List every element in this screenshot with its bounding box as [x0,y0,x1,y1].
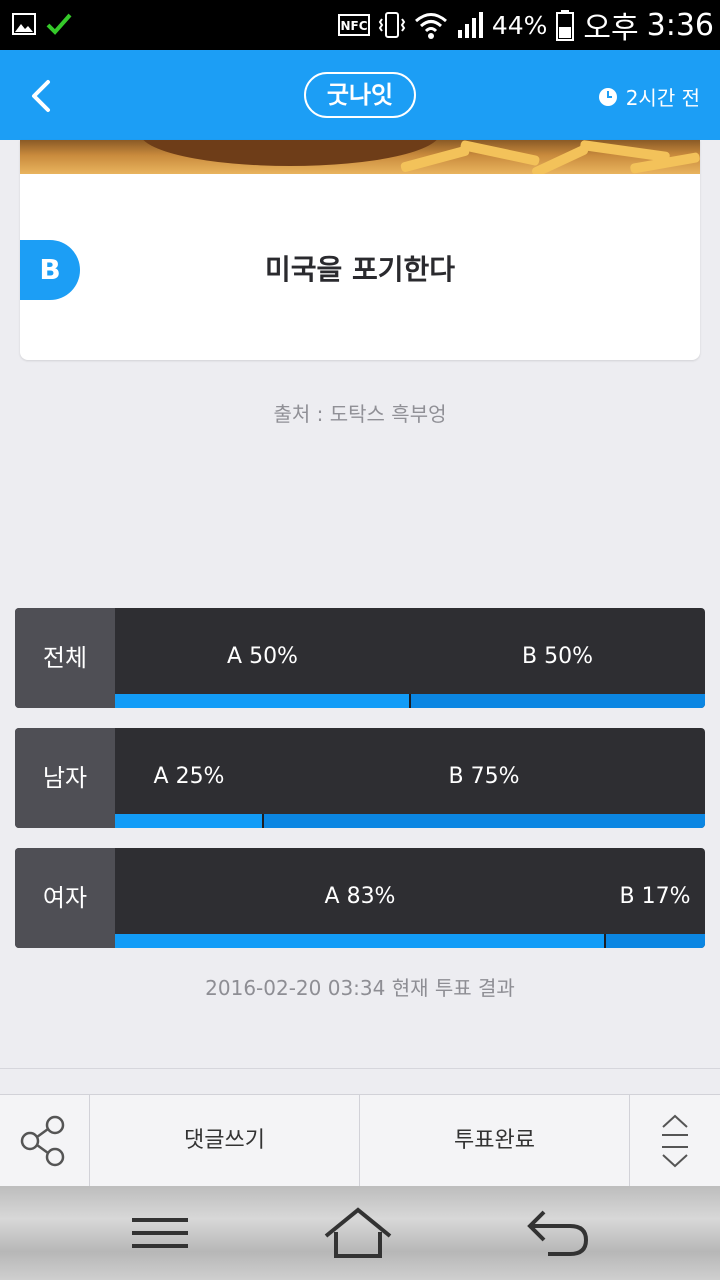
option-text: 미국을 포기한다 [264,253,456,286]
back-icon [32,80,50,112]
result-b-bar [410,694,705,708]
clock-icon [598,87,617,106]
result-label: 여자 [15,848,115,948]
back-button[interactable] [20,74,64,118]
comment-label: 댓글쓰기 [184,1128,265,1153]
result-a-percent: A 50% [227,644,298,669]
image-icon [12,13,36,35]
svg-text:NFC: NFC [340,19,367,33]
result-b-percent: B 75% [448,764,520,789]
result-b-bar [263,814,705,828]
wifi-icon [414,13,447,39]
bottom-toolbar: 댓글쓰기 투표완료 [0,1094,720,1187]
time-ago-text: 2시간 전 [625,86,700,110]
system-nav-bar [0,1186,720,1280]
result-row-female: 여자 A 83% B 17% [15,848,705,948]
result-a-percent: A 25% [153,764,225,789]
status-right: NFC 44% 오후 3:36 [337,6,714,46]
vote-complete-button[interactable]: 투표완료 [360,1095,630,1187]
result-b-percent: B 50% [522,644,593,669]
share-icon [20,1115,65,1167]
result-row-male: 남자 A 25% B 75% [15,728,705,828]
home-icon [324,1207,392,1258]
brand-logo[interactable]: 굿나잇 [304,72,416,118]
app-header: 굿나잇 2시간 전 [0,50,720,140]
result-label: 남자 [15,728,115,828]
result-row-all: 전체 A 50% B 50% [15,608,705,708]
vote-complete-label: 투표완료 [454,1128,535,1153]
result-body: A 25% B 75% [115,728,705,828]
return-icon [527,1210,589,1256]
status-time: 3:36 [646,7,714,43]
nfc-icon: NFC [337,14,370,36]
status-left [12,12,72,36]
result-body: A 50% B 50% [115,608,705,708]
signal-icon [457,12,483,38]
battery-percent: 44% [491,10,548,40]
source-credit: 출처 : 도탁스 흑부엉 [273,402,447,426]
menu-button[interactable] [120,1202,200,1264]
option-card[interactable]: B 미국을 포기한다 [20,140,700,360]
check-icon [46,13,72,35]
result-bar-divider [409,694,411,708]
time-ago: 2시간 전 [598,82,700,111]
result-timestamp: 2016-02-20 03:34 현재 투표 결과 [205,976,515,1000]
scroll-toggle-button[interactable] [630,1095,720,1187]
result-label: 전체 [15,608,115,708]
status-bar: NFC 44% 오후 3:36 [0,0,720,50]
menu-icon [132,1218,188,1248]
status-ampm: 오후 [583,11,639,46]
result-a-bar [115,814,263,828]
result-bar-divider [604,934,606,948]
result-b-bar [605,934,705,948]
result-a-percent: A 83% [324,884,396,909]
divider [0,1068,720,1069]
result-body: A 83% B 17% [115,848,705,948]
vibrate-icon [378,12,406,38]
home-button[interactable] [318,1202,398,1264]
result-bar-divider [262,814,264,828]
result-b-percent: B 17% [619,884,691,909]
option-image [20,140,700,174]
share-button[interactable] [0,1095,90,1187]
result-a-bar [115,934,605,948]
comment-button[interactable]: 댓글쓰기 [90,1095,360,1187]
result-a-bar [115,694,410,708]
scroll-toggle-icon [662,1114,688,1168]
return-button[interactable] [518,1202,598,1264]
battery-icon [556,10,575,41]
